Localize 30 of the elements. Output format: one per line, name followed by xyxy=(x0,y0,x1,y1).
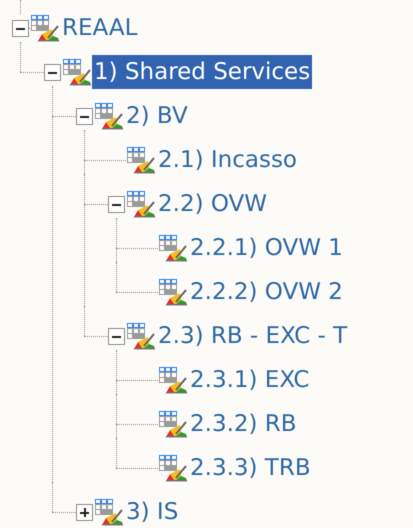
tree-item[interactable]: 1) Shared Services xyxy=(92,55,312,89)
grid-gauge-icon xyxy=(158,454,188,482)
grid-gauge-icon xyxy=(62,58,92,86)
grid-gauge-icon xyxy=(158,366,188,394)
expand-toggle[interactable] xyxy=(76,504,93,520)
tree-item[interactable]: 2.3.1) EXC xyxy=(188,363,312,397)
grid-gauge-icon xyxy=(158,278,188,306)
grid-gauge-icon xyxy=(158,234,188,262)
tree-item[interactable]: 2.2.1) OVW 1 xyxy=(188,231,345,265)
collapse-toggle[interactable] xyxy=(44,64,61,80)
tree-item[interactable]: 2.2) OVW xyxy=(156,187,270,221)
collapse-toggle[interactable] xyxy=(108,196,125,212)
grid-gauge-icon xyxy=(126,190,156,218)
tree-item[interactable]: REAAL xyxy=(60,11,140,45)
tree-item[interactable]: 2.3.3) TRB xyxy=(188,451,313,485)
collapse-toggle[interactable] xyxy=(12,20,29,36)
grid-gauge-icon xyxy=(126,322,156,350)
grid-gauge-icon xyxy=(94,102,124,130)
collapse-toggle[interactable] xyxy=(76,108,93,124)
tree-item[interactable]: 2) BV xyxy=(124,99,190,133)
grid-gauge-icon xyxy=(158,410,188,438)
tree-item[interactable]: 2.3) RB - EXC - T xyxy=(156,319,350,353)
grid-gauge-icon xyxy=(94,498,124,526)
tree-item[interactable]: 3) IS xyxy=(124,495,180,528)
collapse-toggle[interactable] xyxy=(108,328,125,344)
grid-gauge-icon xyxy=(30,14,60,42)
tree-item[interactable]: 2.3.2) RB xyxy=(188,407,299,441)
grid-gauge-icon xyxy=(126,146,156,174)
tree-item[interactable]: 2.2.2) OVW 2 xyxy=(188,275,345,309)
tree-item[interactable]: 2.1) Incasso xyxy=(156,143,299,177)
